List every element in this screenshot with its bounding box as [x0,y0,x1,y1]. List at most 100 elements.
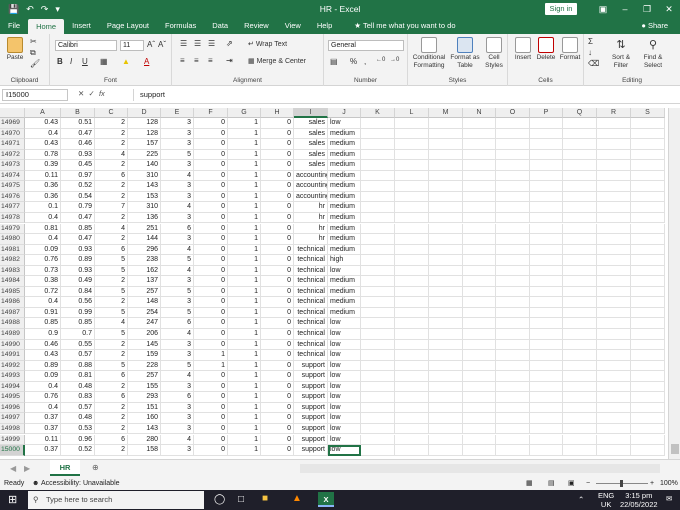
cell-m[interactable] [429,402,463,414]
cell-c[interactable]: 6 [95,244,128,256]
cell-r[interactable] [597,329,631,340]
cell-j[interactable]: medium [328,191,361,203]
cell-c[interactable]: 5 [95,307,128,319]
column-header-g[interactable]: G [228,108,261,118]
cell-c[interactable]: 2 [95,181,128,192]
row-header[interactable]: 14975 [0,181,25,192]
cell-l[interactable] [395,434,429,446]
cell-o[interactable] [496,202,530,213]
row-header[interactable]: 14982 [0,255,25,266]
cell-d[interactable]: 225 [128,149,161,161]
cell-g[interactable]: 1 [228,128,261,140]
cell-g[interactable]: 1 [228,139,261,150]
cell-p[interactable] [530,434,563,446]
cell-j[interactable]: medium [328,160,361,171]
cell-m[interactable] [429,318,463,329]
cell-p[interactable] [530,202,563,213]
cell-f[interactable]: 0 [194,118,228,129]
cell-f[interactable]: 0 [194,318,228,329]
cell-b[interactable]: 0.47 [61,128,95,140]
cell-p[interactable] [530,265,563,277]
cell-i[interactable]: accounting [294,170,328,182]
cut-icon[interactable]: ✂ [30,37,37,46]
cell-k[interactable] [361,445,395,456]
cell-j[interactable]: medium [328,181,361,192]
cell-l[interactable] [395,286,429,298]
cell-g[interactable]: 1 [228,244,261,256]
cell-k[interactable] [361,329,395,340]
cell-c[interactable]: 2 [95,413,128,424]
cell-i[interactable]: sales [294,118,328,129]
cell-m[interactable] [429,329,463,340]
row-header[interactable]: 14983 [0,265,25,277]
cell-f[interactable]: 0 [194,339,228,351]
row-header[interactable]: 14985 [0,286,25,298]
cell-o[interactable] [496,318,530,329]
cell-a[interactable]: 0.37 [25,413,61,424]
cell-i[interactable]: technical [294,339,328,351]
row-header[interactable]: 14978 [0,212,25,224]
cell-q[interactable] [563,191,597,203]
cell-k[interactable] [361,434,395,446]
cell-j[interactable]: low [328,118,361,129]
format-cells-button[interactable]: Format [558,37,582,62]
cell-f[interactable]: 0 [194,445,228,456]
cell-a[interactable]: 0.43 [25,118,61,129]
cell-c[interactable]: 5 [95,265,128,277]
cell-g[interactable]: 1 [228,318,261,329]
cell-d[interactable]: 144 [128,234,161,245]
cell-c[interactable]: 5 [95,286,128,298]
cell-m[interactable] [429,234,463,245]
cell-n[interactable] [463,307,496,319]
cell-a[interactable]: 0.36 [25,191,61,203]
row-header[interactable]: 14977 [0,202,25,213]
cell-f[interactable]: 0 [194,255,228,266]
cell-l[interactable] [395,413,429,424]
excel-taskbar-icon[interactable]: X [318,492,334,507]
cell-d[interactable]: 238 [128,255,161,266]
cell-h[interactable]: 0 [261,371,294,382]
next-sheet-icon[interactable]: ▶ [24,464,30,473]
cell-j[interactable]: low [328,423,361,435]
cell-g[interactable]: 1 [228,191,261,203]
cell-s[interactable] [631,329,665,340]
cell-i[interactable]: support [294,392,328,403]
cell-m[interactable] [429,307,463,319]
cell-q[interactable] [563,434,597,446]
cell-j[interactable]: medium [328,128,361,140]
cell-p[interactable] [530,329,563,340]
cell-a[interactable]: 0.76 [25,255,61,266]
vertical-scrollbar[interactable] [668,108,680,459]
cell-i[interactable]: technical [294,286,328,298]
cell-b[interactable]: 0.46 [61,139,95,150]
cell-n[interactable] [463,234,496,245]
cell-l[interactable] [395,371,429,382]
cell-a[interactable]: 0.76 [25,392,61,403]
cell-c[interactable]: 2 [95,381,128,393]
cell-r[interactable] [597,402,631,414]
paste-button[interactable]: Paste [4,37,26,62]
cell-r[interactable] [597,128,631,140]
notifications-icon[interactable]: ✉ [666,494,672,503]
cell-g[interactable]: 1 [228,423,261,435]
cell-d[interactable]: 136 [128,212,161,224]
insert-cells-button[interactable]: Insert [512,37,534,62]
cell-s[interactable] [631,149,665,161]
cell-f[interactable]: 1 [194,360,228,372]
cell-b[interactable]: 0.57 [61,402,95,414]
cell-f[interactable]: 0 [194,286,228,298]
cell-g[interactable]: 1 [228,297,261,308]
cell-q[interactable] [563,276,597,287]
cell-e[interactable]: 6 [161,392,194,403]
cell-r[interactable] [597,339,631,351]
cell-g[interactable]: 1 [228,402,261,414]
cell-b[interactable]: 0.47 [61,212,95,224]
cell-q[interactable] [563,381,597,393]
cell-n[interactable] [463,445,496,456]
share-button[interactable]: ● Share [641,18,668,34]
cell-o[interactable] [496,371,530,382]
page-break-icon[interactable]: ▣ [568,477,575,490]
cell-s[interactable] [631,339,665,351]
cell-g[interactable]: 1 [228,350,261,361]
cell-c[interactable]: 2 [95,139,128,150]
